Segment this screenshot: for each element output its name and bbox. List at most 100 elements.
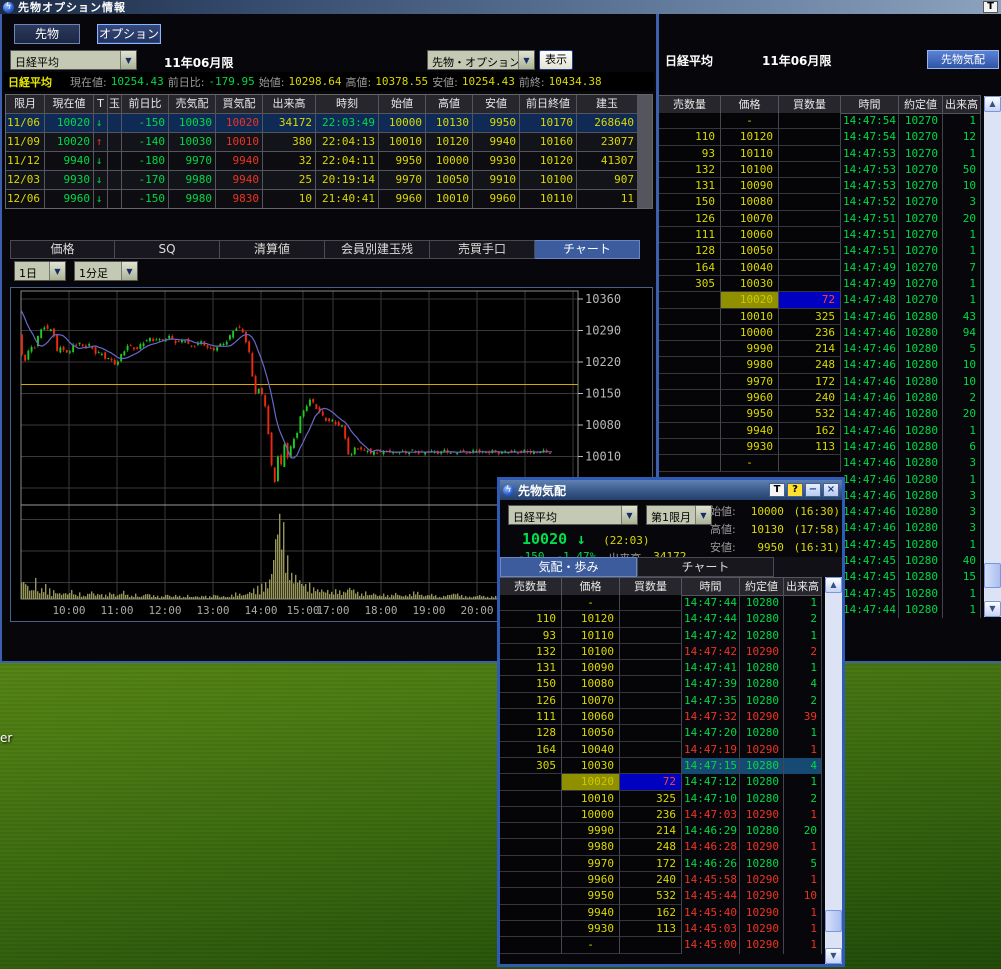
book-price[interactable]: 10040 [721,260,779,276]
scrollbar-thumb[interactable] [825,910,842,932]
book-price[interactable]: 10000 [721,325,779,341]
book-price[interactable]: 9940 [721,423,779,439]
prev-close-label: 前終: [519,74,545,90]
book-price[interactable]: 10060 [721,227,779,243]
tick-down-icon: ↓ [577,530,586,548]
book-price[interactable]: 9960 [721,390,779,406]
contract-month-cell[interactable]: 12/06 [6,190,44,208]
book-price[interactable]: 10080 [721,194,779,210]
book-sell-qty [659,423,721,439]
book-price[interactable]: 9980 [562,839,620,855]
book-price[interactable]: 10070 [721,211,779,227]
book-price[interactable]: 10030 [721,276,779,292]
contract-cell [108,114,121,132]
options-nav-button[interactable]: オプション [97,24,161,44]
book-price[interactable]: 9970 [562,856,620,872]
book-price[interactable]: 9960 [562,872,620,888]
book-price[interactable]: 10090 [562,660,620,676]
scrollbar-thumb[interactable] [984,563,1001,588]
book-price[interactable]: 9950 [721,406,779,422]
book-price[interactable]: 10070 [562,693,620,709]
scroll-up-icon[interactable]: ▲ [984,96,1001,112]
chevron-down-icon[interactable]: ▼ [121,262,137,280]
book-price[interactable]: - [562,937,620,953]
book-price[interactable]: 9980 [721,357,779,373]
book-price[interactable]: 10110 [721,146,779,162]
chevron-down-icon[interactable]: ▼ [621,506,637,524]
book-price[interactable]: 10010 [721,309,779,325]
tape-price: 10280 [899,602,943,618]
book-price[interactable]: - [562,595,620,611]
tape-volume: 2 [943,390,981,406]
popup-contract-dropdown[interactable]: 第1限月 ▼ [646,505,712,525]
book-price[interactable]: 9990 [721,341,779,357]
chevron-down-icon[interactable]: ▼ [695,506,711,524]
scroll-up-icon[interactable]: ▲ [825,577,842,593]
scroll-down-icon[interactable]: ▼ [825,948,842,964]
desktop-icon-label-fragment[interactable]: er [0,731,12,745]
main-titlebar[interactable]: ϟ 先物オプション情報 T [0,0,1001,14]
tab-価格[interactable]: 価格 [10,240,115,259]
book-price[interactable]: 9930 [562,921,620,937]
contract-cell: 10 [263,190,315,208]
trade-type-dropdown[interactable]: 先物・オプション取引 ▼ [427,50,535,70]
book-price[interactable]: 10030 [562,758,620,774]
open-quote-window-button[interactable]: 先物気配 [927,50,999,69]
book-price[interactable]: 10020 [562,774,620,790]
tape-volume: 1 [784,905,822,921]
book-price[interactable]: 10100 [562,644,620,660]
tab-SQ[interactable]: SQ [115,240,220,259]
popup-board-header: 売数量価格買数量時間約定値出来高 [500,577,822,595]
book-price[interactable]: 9930 [721,439,779,455]
book-price[interactable]: 10090 [721,178,779,194]
book-price[interactable]: 9970 [721,374,779,390]
chart-interval-dropdown[interactable]: 1分足 ▼ [74,261,138,281]
book-price[interactable]: 10080 [562,676,620,692]
contract-month-cell[interactable]: 12/03 [6,171,44,189]
book-price[interactable]: 10100 [721,162,779,178]
contract-month-cell[interactable]: 11/12 [6,152,44,170]
scroll-down-icon[interactable]: ▼ [984,601,1001,617]
chevron-down-icon[interactable]: ▼ [518,51,534,69]
book-price[interactable]: 10060 [562,709,620,725]
book-price[interactable]: - [721,113,779,129]
book-price[interactable]: 10020 [721,292,779,308]
popup-scrollbar[interactable]: ▲ ▼ [825,577,842,964]
tab-会員別建玉残[interactable]: 会員別建玉残 [325,240,430,259]
board-scrollbar[interactable]: ▲ ▼ [984,96,1001,617]
titlebar-t-button[interactable]: T [983,1,998,13]
book-price[interactable]: 9950 [562,888,620,904]
book-price[interactable]: 10120 [562,611,620,627]
show-button[interactable]: 表示 [539,50,573,70]
tab-チャート[interactable]: チャート [535,240,640,259]
book-price[interactable]: 10050 [721,243,779,259]
contract-month-cell[interactable]: 11/09 [6,133,44,151]
book-price[interactable]: 10010 [562,791,620,807]
book-price[interactable]: 10120 [721,129,779,145]
futures-nav-button[interactable]: 先物 [14,24,80,44]
popup-tab-気配・歩み[interactable]: 気配・歩み [500,557,637,577]
popup-time-and-sales: 14:47:4410280114:47:4410280214:47:421028… [682,595,822,954]
chart-period-dropdown[interactable]: 1日 ▼ [14,261,66,281]
book-price[interactable]: 10040 [562,742,620,758]
chevron-down-icon[interactable]: ▼ [49,262,65,280]
contract-cell: 11 [577,190,637,208]
popup-close-icon[interactable]: × [823,483,839,497]
popup-minimize-button[interactable]: − [805,483,821,497]
book-price[interactable]: 10050 [562,725,620,741]
book-price[interactable]: 9990 [562,823,620,839]
contract-month-cell[interactable]: 11/06 [6,114,44,132]
book-price[interactable]: - [721,455,779,471]
tab-清算値[interactable]: 清算値 [220,240,325,259]
popup-help-button[interactable]: ? [787,483,803,497]
book-price[interactable]: 9940 [562,905,620,921]
book-price[interactable]: 10110 [562,628,620,644]
instrument-dropdown[interactable]: 日経平均 ▼ [10,50,137,70]
book-price[interactable]: 10000 [562,807,620,823]
popup-instrument-dropdown[interactable]: 日経平均 ▼ [508,505,638,525]
chevron-down-icon[interactable]: ▼ [120,51,136,69]
book-buy-qty: 72 [779,292,841,308]
popup-t-button[interactable]: T [769,483,785,497]
tab-売買手口[interactable]: 売買手口 [430,240,535,259]
popup-tab-チャート[interactable]: チャート [637,557,774,577]
